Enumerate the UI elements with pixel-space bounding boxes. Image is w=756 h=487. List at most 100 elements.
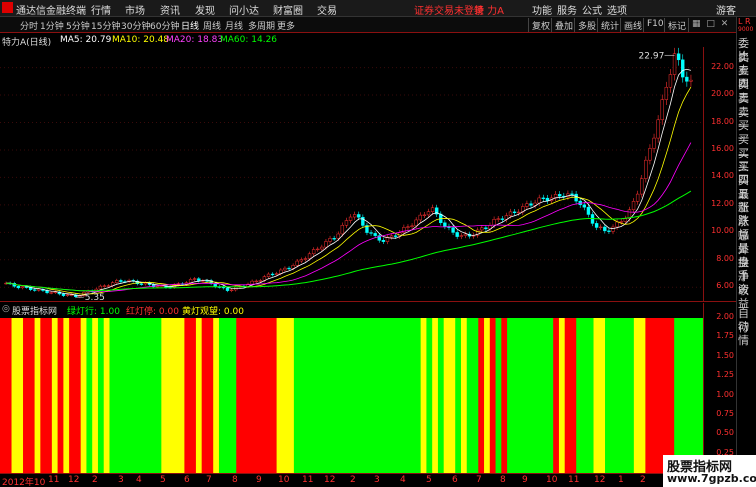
panel-lr-label[interactable]: L R [738, 17, 751, 26]
candle-body [389, 235, 394, 238]
price-tick-label: 16.00 [711, 143, 734, 153]
yellow-light-bar [484, 318, 491, 473]
green-light-bar [576, 318, 594, 473]
window-grid-icon[interactable]: ▦ [692, 19, 701, 29]
candle-body [20, 286, 25, 289]
stock-name: 特 力A [474, 6, 505, 17]
candle-body [631, 201, 636, 211]
red-light-bar [236, 318, 277, 473]
price-axis: 22.00 20.00 18.00 16.00 14.00 12.00 10.00 8.00 6… [703, 47, 736, 301]
tab-15min[interactable]: 15分钟 [91, 19, 120, 32]
tab-multi-period[interactable]: 多周期 [248, 19, 275, 32]
traffic-light-chart[interactable] [0, 318, 703, 473]
tab-60min[interactable]: 60分钟 [150, 19, 179, 32]
stats-button[interactable]: 统计 [597, 18, 622, 32]
ma10-value: MA10: 20.48 [112, 35, 170, 45]
period-toolbar: 分时 1分钟 5分钟 15分钟 30分钟 60分钟 日线 周线 月线 多周期 更… [0, 17, 736, 33]
candle-body [586, 206, 591, 215]
candle-body [303, 258, 308, 260]
menu-gongshi[interactable]: 公式 [582, 2, 602, 17]
indicator-legend: ◎ 股票指标网 绿灯行: 1.00 红灯停: 0.00 黄灯观望: 0.00 [0, 303, 736, 317]
candle-body [672, 53, 677, 75]
indicator-tick-label: 1.75 [716, 331, 734, 341]
menu-xuanxiang[interactable]: 选项 [607, 2, 627, 17]
candle-body [599, 226, 603, 229]
candle-body [406, 226, 410, 228]
candle-body [422, 214, 427, 216]
mark-button[interactable]: 标记 [664, 18, 689, 32]
tab-fenshi[interactable]: 分时 [20, 19, 38, 32]
candle-body [668, 74, 673, 88]
candle-body [225, 287, 230, 291]
draw-line-button[interactable]: 画线 [620, 18, 645, 32]
green-light-bar [218, 318, 237, 473]
yellow-light-bar [213, 318, 220, 473]
candle-body [426, 211, 431, 216]
date-tick-label: 3 [118, 475, 124, 485]
date-tick-label: 6 [184, 475, 190, 485]
green-light-value: 绿灯行: 1.00 [67, 307, 120, 317]
candle-body [332, 238, 336, 240]
watermark: 股票指标网 www.7gpzb.com [663, 455, 756, 487]
green-light-bar [97, 318, 105, 473]
date-tick-label: 12 [324, 475, 336, 485]
menu-wenxiaoda[interactable]: 问小达 [229, 2, 259, 17]
menu-jiaoyi[interactable]: 交易 [317, 2, 337, 17]
menu-gongneng[interactable]: 功能 [532, 2, 552, 17]
date-tick-label: 10 [278, 475, 290, 485]
indicator-settings-icon[interactable]: ◎ [2, 304, 10, 314]
red-light-bar [501, 318, 508, 473]
menu-caifuquan[interactable]: 财富圈 [273, 2, 303, 17]
yellow-light-bar [195, 318, 202, 473]
tab-1min[interactable]: 1分钟 [40, 19, 64, 32]
tab-monthly[interactable]: 月线 [225, 19, 243, 32]
candle-body [508, 211, 513, 216]
app-brand: 通达信金融终端 [16, 6, 86, 17]
ma20-value: MA20: 18.83 [166, 35, 224, 45]
candle-body [283, 267, 287, 271]
yellow-light-bar [80, 318, 87, 473]
menu-zixun[interactable]: 资讯 [160, 2, 180, 17]
candle-body [492, 219, 496, 226]
candle-body [316, 248, 320, 251]
candle-body [525, 203, 529, 207]
menu-shichang[interactable]: 市场 [125, 2, 145, 17]
date-tick-label: 7 [206, 475, 212, 485]
menu-fuwu[interactable]: 服务 [557, 2, 577, 17]
quote-panel-item[interactable]: 行情 [738, 321, 756, 347]
candle-body [529, 203, 533, 206]
ma-line-ma5 [6, 68, 692, 296]
tab-daily[interactable]: 日线 [181, 19, 199, 32]
candle-body [685, 76, 689, 82]
tab-more[interactable]: 更多 [277, 19, 295, 32]
app-logo-icon [2, 2, 13, 13]
minimize-icon[interactable]: □ [706, 19, 715, 29]
price-tick-label: 18.00 [711, 116, 734, 126]
candle-body [664, 86, 669, 100]
window-controls[interactable]: ▦ □ ✕ [688, 18, 736, 32]
green-light-bar [109, 318, 162, 473]
multi-stock-button[interactable]: 多股 [574, 18, 599, 32]
candlestick-chart[interactable]: 22.97 5.35 [0, 47, 703, 301]
menu-hangqing[interactable]: 行情 [91, 2, 111, 17]
candle-body [53, 291, 57, 294]
red-light-bar [69, 318, 81, 473]
tab-weekly[interactable]: 周线 [203, 19, 221, 32]
yellow-light-value: 黄灯观望: 0.00 [182, 307, 244, 317]
green-light-bar [293, 318, 421, 473]
tab-5min[interactable]: 5分钟 [66, 19, 90, 32]
date-tick-label: 9 [522, 475, 528, 485]
user-label[interactable]: 游客 [716, 2, 736, 17]
date-tick-label: 12 [594, 475, 606, 485]
candle-body [648, 148, 652, 161]
yellow-light-bar [276, 318, 295, 473]
yellow-light-bar [103, 318, 110, 473]
fuquan-button[interactable]: 复权 [528, 18, 553, 32]
price-tick-label: 12.00 [711, 198, 734, 208]
menu-faxian[interactable]: 发现 [195, 2, 215, 17]
candle-body [607, 230, 611, 232]
close-icon[interactable]: ✕ [721, 19, 729, 29]
overlay-button[interactable]: 叠加 [551, 18, 576, 32]
tab-30min[interactable]: 30分钟 [121, 19, 150, 32]
indicator-title: 股票指标网 [12, 307, 58, 317]
